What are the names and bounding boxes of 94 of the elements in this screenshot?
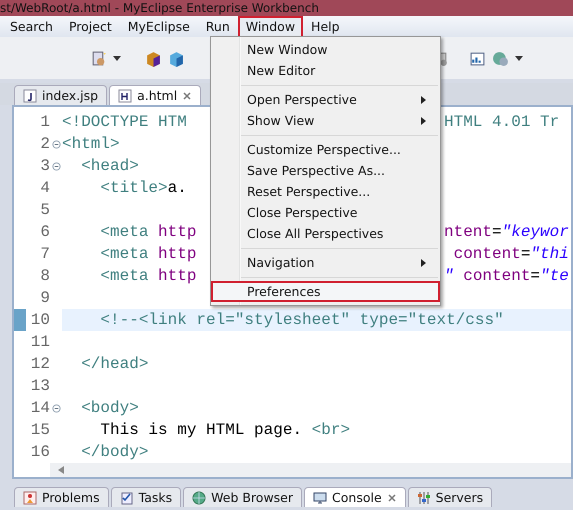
menu-item[interactable]: Open Perspective: [211, 89, 440, 110]
tab-label: Tasks: [138, 490, 172, 505]
code-token: </head>: [80, 355, 148, 373]
line-number: 3: [39, 157, 50, 175]
line-number: 15: [30, 421, 50, 439]
menu-item[interactable]: Run: [198, 16, 238, 38]
panel-tab[interactable]: Web Browser: [183, 487, 302, 507]
code-token: <body>: [80, 399, 139, 417]
code-token: content: [462, 267, 530, 285]
code-token: <meta: [99, 223, 150, 241]
panel-tab[interactable]: Tasks: [110, 487, 182, 507]
code-token: content: [452, 245, 521, 263]
line-number: 12: [30, 355, 50, 373]
line-number: 2: [39, 135, 50, 153]
line-number: 4: [39, 179, 50, 197]
file-icon: [118, 88, 132, 102]
menu-item[interactable]: New Window: [211, 39, 440, 60]
tab-label: index.jsp: [42, 88, 98, 103]
code-token: </body>: [80, 443, 148, 461]
menu-item[interactable]: Search: [2, 16, 61, 38]
menu-item[interactable]: New Editor: [211, 60, 440, 81]
menu-item[interactable]: Close All Perspectives: [211, 223, 440, 244]
code-token: =: [530, 267, 540, 285]
code-token: This is my HTML page.: [99, 421, 304, 439]
tab-label: Console: [332, 490, 382, 505]
line-number: 14: [30, 399, 50, 417]
code-token: <meta: [99, 245, 150, 263]
line-number: 5: [39, 201, 50, 219]
code-token: ntent: [444, 223, 492, 241]
code-token: <meta: [99, 267, 150, 285]
warning-list-icon: [23, 490, 37, 504]
monitor-icon: [313, 490, 328, 504]
line-number: 8: [39, 267, 50, 285]
fold-icon[interactable]: [52, 404, 60, 412]
editor-tab[interactable]: a.html: [109, 85, 202, 105]
close-icon[interactable]: [182, 90, 192, 100]
menu-item[interactable]: Window: [238, 16, 304, 38]
code-token: a.: [168, 179, 187, 197]
code-token: HTML 4.01 Tr: [444, 113, 560, 131]
menu-item[interactable]: Reset Perspective...: [211, 181, 440, 202]
code-token: http: [158, 267, 196, 285]
tab-label: Servers: [436, 490, 484, 505]
cube-icon[interactable]: [168, 50, 185, 66]
chart-icon[interactable]: [469, 50, 486, 66]
file-icon: [23, 88, 37, 102]
close-icon[interactable]: [386, 492, 397, 502]
code-token: "thi: [530, 245, 569, 263]
code-token: <title>: [99, 179, 168, 197]
line-number: 11: [30, 333, 50, 351]
panel-tab[interactable]: Servers: [408, 487, 492, 507]
line-number: 10: [30, 311, 50, 329]
panel-tab[interactable]: Console: [304, 487, 406, 507]
code-token: =: [492, 223, 502, 241]
menu-item[interactable]: MyEclipse: [120, 16, 198, 38]
code-token: ": [444, 267, 454, 285]
line-number: 13: [30, 377, 50, 395]
checklist-icon: [120, 490, 134, 504]
menu-item[interactable]: Save Perspective As...: [211, 160, 440, 181]
line-number: 16: [30, 443, 50, 461]
code-token: "keywor: [502, 223, 569, 241]
dropdown-caret-icon[interactable]: [113, 56, 121, 60]
tab-label: Problems: [42, 490, 100, 505]
cube-icon[interactable]: [145, 50, 162, 66]
line-number: 7: [39, 245, 50, 263]
menu-item[interactable]: Help: [303, 16, 348, 38]
panel-tab[interactable]: Problems: [14, 487, 109, 507]
menu-item[interactable]: Customize Perspective...: [211, 139, 440, 160]
line-number: 6: [39, 223, 50, 241]
code-token: <br>: [312, 421, 350, 439]
code-token: <head>: [80, 157, 139, 175]
code-token: "te: [540, 267, 569, 285]
code-token: <!DOCTYPE HTM: [62, 113, 187, 131]
code-token: http: [158, 245, 196, 263]
window-title: st/WebRoot/a.html - MyEclipse Enterprise Workbench: [0, 1, 319, 15]
fold-icon[interactable]: [52, 162, 60, 170]
tab-label: Web Browser: [211, 490, 294, 505]
dropdown-caret-icon[interactable]: [515, 56, 523, 60]
menu-item[interactable]: Preferences: [211, 281, 440, 302]
code-token: http: [158, 223, 196, 241]
fold-icon[interactable]: [52, 140, 60, 148]
editor-tab[interactable]: index.jsp: [14, 85, 108, 105]
tab-label: a.html: [137, 88, 178, 103]
sliders-icon: [416, 490, 431, 504]
menu-item[interactable]: Show View: [211, 110, 440, 131]
menu-item[interactable]: Project: [60, 16, 120, 38]
code-token: <html>: [62, 135, 120, 153]
code-token: <!--<link rel="stylesheet" type="text/css": [99, 311, 504, 329]
horizontal-scrollbar[interactable]: [50, 463, 571, 477]
scroll-left-icon[interactable]: [58, 466, 64, 474]
line-number: 9: [39, 289, 50, 307]
line-number: 1: [39, 113, 50, 131]
menu-item[interactable]: Navigation: [211, 252, 440, 273]
menu-item[interactable]: Close Perspective: [211, 202, 440, 223]
code-token: =: [520, 245, 530, 263]
